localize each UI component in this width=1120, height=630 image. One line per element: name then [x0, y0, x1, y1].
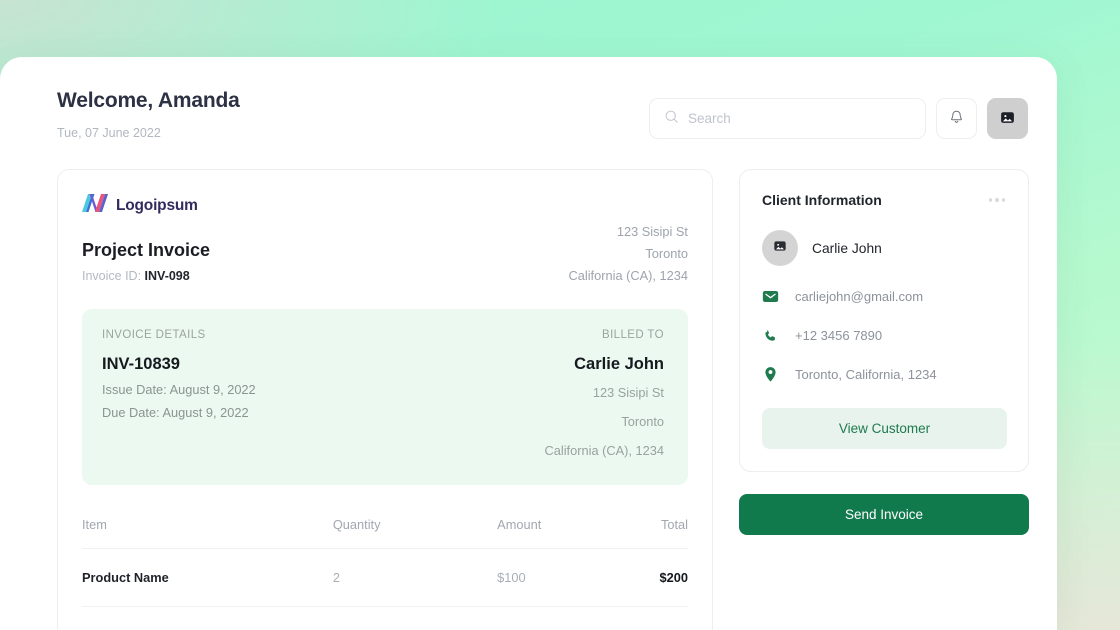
- client-information-card: Client Information: [739, 169, 1029, 472]
- row-quantity: 1: [333, 607, 497, 630]
- client-location: Toronto, California, 1234: [795, 367, 937, 382]
- location-pin-icon: [762, 366, 779, 383]
- invoice-card: Logoipsum Project Invoice Invoice ID: IN…: [57, 169, 713, 630]
- column-header-quantity: Quantity: [333, 507, 497, 549]
- search-icon: [664, 109, 679, 129]
- billed-address-line-3: California (CA), 1234: [545, 440, 665, 461]
- invoice-details-left: INVOICE DETAILS INV-10839 Issue Date: Au…: [102, 329, 256, 461]
- search-box[interactable]: [649, 98, 926, 139]
- company-address-line-2: Toronto: [569, 243, 689, 265]
- invoice-id: Invoice ID: INV-098: [82, 269, 210, 283]
- avatar: [762, 230, 798, 266]
- brand-name: Logoipsum: [116, 197, 198, 215]
- invoice-id-value: INV-098: [145, 269, 190, 283]
- due-date: Due Date: August 9, 2022: [102, 405, 256, 420]
- row-quantity: 2: [333, 549, 497, 607]
- current-date: Tue, 07 June 2022: [57, 126, 240, 140]
- client-location-row[interactable]: Toronto, California, 1234: [762, 366, 1007, 383]
- image-placeholder-icon: [999, 109, 1016, 129]
- company-address-line-3: California (CA), 1234: [569, 265, 689, 287]
- app-panel: Welcome, Amanda Tue, 07 June 2022: [0, 57, 1057, 630]
- billed-address-line-2: Toronto: [545, 411, 665, 432]
- company-address: 123 Sisipi St Toronto California (CA), 1…: [569, 217, 689, 287]
- table-header-row: Item Quantity Amount Total: [82, 507, 688, 549]
- header-actions: [649, 98, 1028, 139]
- invoice-heading-block: Project Invoice Invoice ID: INV-098: [82, 217, 210, 283]
- row-amount: $100: [497, 549, 659, 607]
- issue-date: Issue Date: August 9, 2022: [102, 382, 256, 397]
- page-content: Logoipsum Project Invoice Invoice ID: IN…: [57, 169, 1029, 630]
- envelope-icon: [762, 288, 779, 305]
- client-phone: +12 3456 7890: [795, 328, 882, 343]
- greeting-block: Welcome, Amanda Tue, 07 June 2022: [57, 89, 240, 140]
- phone-icon: [762, 327, 779, 344]
- search-input[interactable]: [688, 111, 911, 126]
- billed-address-line-1: 123 Sisipi St: [545, 382, 665, 403]
- client-name: Carlie John: [812, 241, 882, 256]
- invoice-number: INV-10839: [102, 355, 256, 374]
- invoice-title: Project Invoice: [82, 240, 210, 261]
- column-header-item: Item: [82, 507, 333, 549]
- invoice-id-label: Invoice ID:: [82, 269, 141, 283]
- user-avatar-button[interactable]: [987, 98, 1028, 139]
- bell-icon: [948, 109, 965, 129]
- billed-to-label: BILLED TO: [545, 329, 665, 341]
- page-header: Welcome, Amanda Tue, 07 June 2022: [57, 89, 1029, 140]
- company-address-line-1: 123 Sisipi St: [569, 221, 689, 243]
- row-item-name: Product Name: [82, 549, 333, 607]
- row-amount: $100: [497, 607, 659, 630]
- column-header-total: Total: [660, 507, 688, 549]
- notifications-button[interactable]: [936, 98, 977, 139]
- row-total: $100: [660, 607, 688, 630]
- brand-logo: Logoipsum: [82, 194, 688, 217]
- table-row[interactable]: Product Name 2 $100 $200: [82, 549, 688, 607]
- client-card-header: Client Information: [762, 192, 1007, 208]
- invoice-details-box: INVOICE DETAILS INV-10839 Issue Date: Au…: [82, 309, 688, 485]
- logoipsum-mark-icon: [82, 194, 108, 217]
- right-column: Client Information: [739, 169, 1029, 630]
- row-total: $200: [660, 549, 688, 607]
- more-options-icon[interactable]: [987, 194, 1008, 206]
- billed-to-name: Carlie John: [545, 355, 665, 374]
- client-information-title: Client Information: [762, 192, 882, 208]
- invoice-details-right: BILLED TO Carlie John 123 Sisipi St Toro…: [545, 329, 665, 461]
- table-row[interactable]: Product Name 1 $100 $100: [82, 607, 688, 630]
- client-email: carliejohn@gmail.com: [795, 289, 923, 304]
- client-email-row[interactable]: carliejohn@gmail.com: [762, 288, 1007, 305]
- client-profile: Carlie John: [762, 230, 1007, 266]
- column-header-amount: Amount: [497, 507, 659, 549]
- invoice-header-row: Project Invoice Invoice ID: INV-098 123 …: [82, 217, 688, 287]
- client-phone-row[interactable]: +12 3456 7890: [762, 327, 1007, 344]
- invoice-items-table: Item Quantity Amount Total Product Name …: [82, 507, 688, 630]
- image-placeholder-icon: [772, 238, 788, 259]
- invoice-details-label: INVOICE DETAILS: [102, 329, 256, 341]
- send-invoice-button[interactable]: Send Invoice: [739, 494, 1029, 535]
- row-item-name: Product Name: [82, 607, 333, 630]
- view-customer-button[interactable]: View Customer: [762, 408, 1007, 449]
- page-title: Welcome, Amanda: [57, 89, 240, 113]
